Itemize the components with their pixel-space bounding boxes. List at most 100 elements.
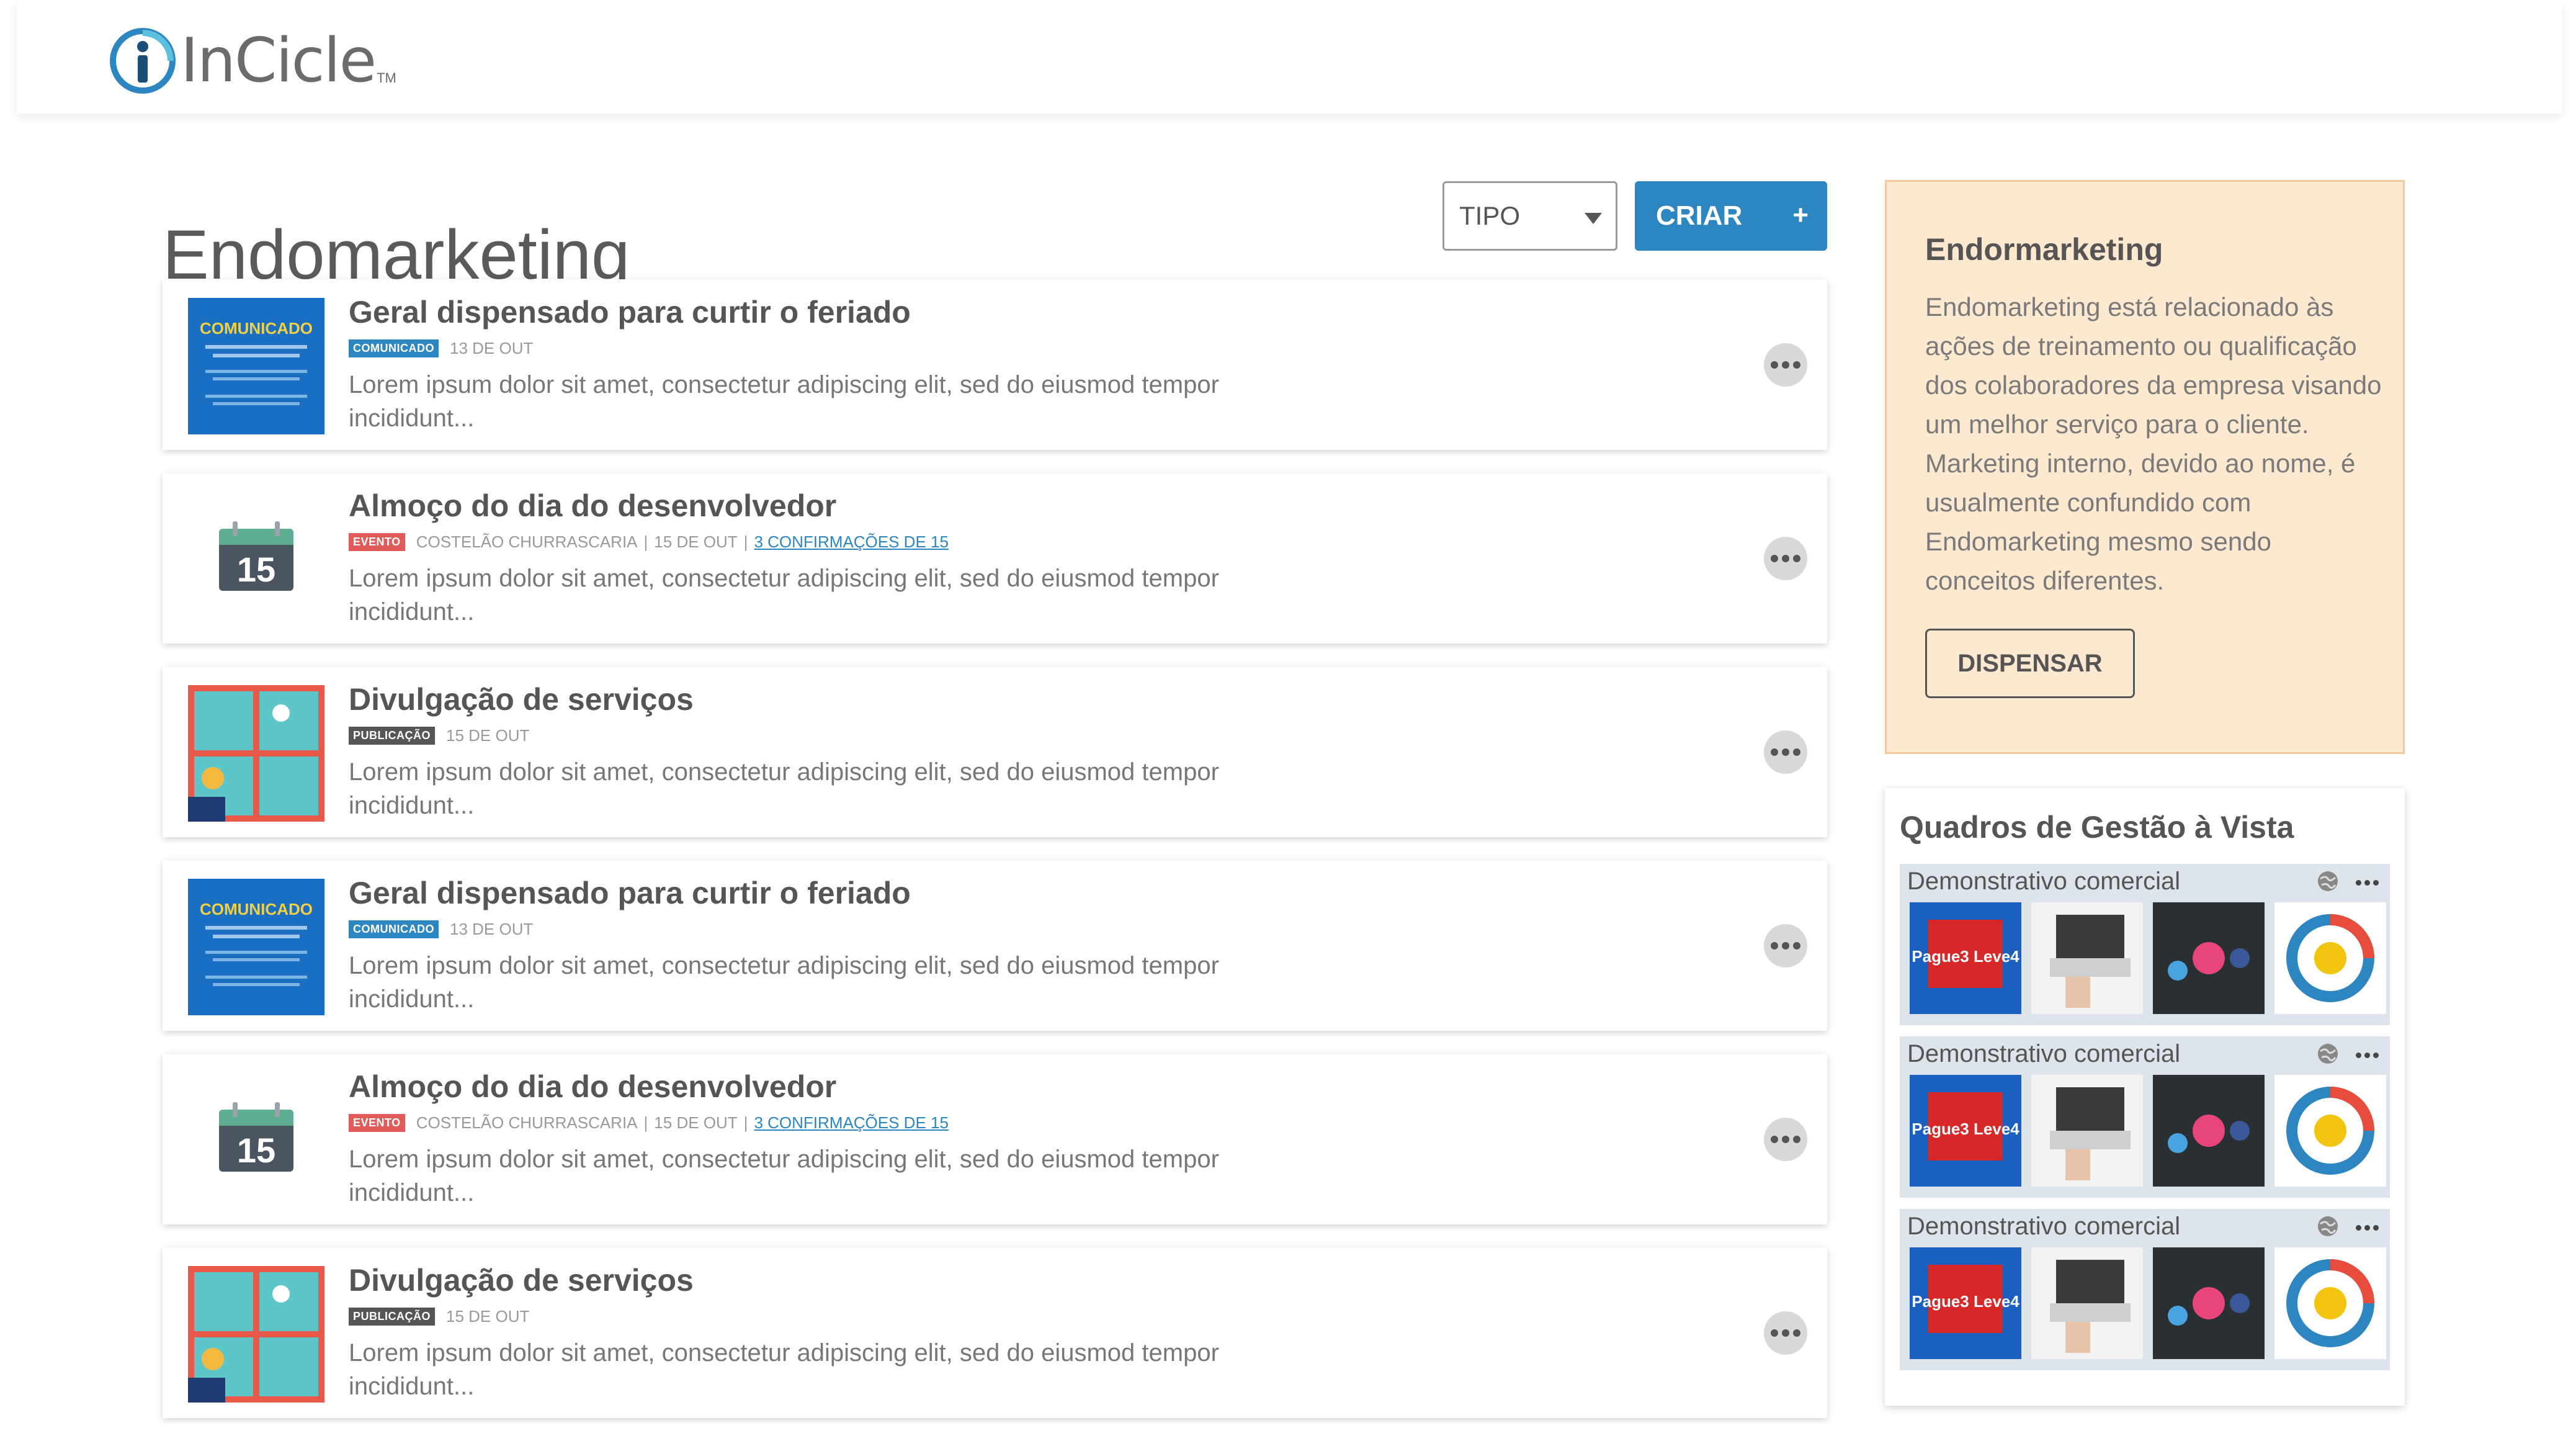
publicacao-thumbnail [188, 685, 324, 822]
incicle-logo[interactable]: InCicle TM [109, 25, 396, 96]
dispensar-button[interactable]: DISPENSAR [1925, 629, 2135, 698]
meta-separator: | [643, 532, 648, 551]
cycle-diagram-tile [2274, 902, 2386, 1014]
info-text: Endomarketing está relacionado às ações … [1925, 292, 2382, 595]
board-more-button[interactable] [2356, 880, 2379, 886]
tipo-select[interactable]: TIPO [1442, 181, 1617, 251]
lightbulb-social-tile [2153, 1247, 2265, 1359]
more-options-button[interactable] [1764, 343, 1807, 387]
card-date: 15 DE OUT [654, 1113, 738, 1132]
board-tiles: Pague3 Leve4 [1910, 902, 2386, 1014]
feed-card[interactable]: 15 Almoço do dia do desenvolvedor EVENTO… [163, 473, 1827, 644]
board-tiles: Pague3 Leve4 [1910, 1075, 2386, 1187]
promo-tile: Pague3 Leve4 [1910, 1247, 2021, 1359]
calendar-day: 15 [237, 550, 275, 589]
card-meta: PUBLICAÇÃO 15 DE OUT [349, 1307, 529, 1326]
feed-card[interactable]: COMUNICADO Geral dispensado para curtir … [163, 279, 1827, 450]
plus-icon: + [1792, 200, 1809, 230]
comunicado-thumbnail: COMUNICADO [188, 879, 324, 1015]
card-title[interactable]: Divulgação de serviços [349, 1262, 694, 1298]
globe-icon[interactable] [2317, 1043, 2339, 1065]
globe-icon[interactable] [2317, 1215, 2339, 1237]
badge-publicacao: PUBLICAÇÃO [349, 1308, 435, 1326]
boards-title: Quadros de Gestão à Vista [1900, 810, 2294, 845]
card-meta: COMUNICADO 13 DE OUT [349, 339, 533, 358]
meta-separator: | [643, 1113, 648, 1132]
badge-comunicado: COMUNICADO [349, 339, 439, 357]
more-options-button[interactable] [1764, 1311, 1807, 1355]
boards-panel: Quadros de Gestão à Vista Demonstrativo … [1885, 788, 2405, 1406]
event-location: COSTELÃO CHURRASCARIA [416, 532, 638, 551]
feed-card[interactable]: Divulgação de serviços PUBLICAÇÃO 15 DE … [163, 1247, 1827, 1418]
card-description: Lorem ipsum dolor sit amet, consectetur … [349, 565, 1219, 626]
globe-icon[interactable] [2317, 870, 2339, 892]
card-description: Lorem ipsum dolor sit amet, consectetur … [349, 952, 1219, 1013]
comunicado-thumb-heading: COMUNICADO [200, 319, 313, 338]
board-more-button[interactable] [2356, 1053, 2379, 1058]
card-meta: COMUNICADO 13 DE OUT [349, 920, 533, 939]
laptop-tile [2031, 902, 2143, 1014]
board-item[interactable]: Demonstrativo comercial Pague3 Leve4 [1900, 864, 2390, 1025]
publicacao-thumbnail [188, 1266, 324, 1403]
top-header: InCicle TM [17, 0, 2562, 114]
criar-button[interactable]: CRIAR + [1635, 181, 1827, 251]
calendar-icon: 15 [219, 521, 293, 591]
card-date: 15 DE OUT [654, 532, 738, 551]
promo-tile: Pague3 Leve4 [1910, 902, 2021, 1014]
card-description: Lorem ipsum dolor sit amet, consectetur … [349, 758, 1219, 819]
feed-card[interactable]: COMUNICADO Geral dispensado para curtir … [163, 860, 1827, 1031]
lightbulb-social-tile [2153, 902, 2265, 1014]
board-tiles: Pague3 Leve4 [1910, 1247, 2386, 1359]
cycle-diagram-tile [2274, 1247, 2386, 1359]
cycle-diagram-tile [2274, 1075, 2386, 1187]
card-date: 13 DE OUT [450, 920, 534, 938]
board-name: Demonstrativo comercial [1907, 1213, 2181, 1240]
event-location: COSTELÃO CHURRASCARIA [416, 1113, 638, 1132]
card-description: Lorem ipsum dolor sit amet, consectetur … [349, 371, 1219, 432]
more-options-button[interactable] [1764, 730, 1807, 774]
card-description: Lorem ipsum dolor sit amet, consectetur … [349, 1146, 1219, 1206]
card-title[interactable]: Divulgação de serviços [349, 681, 694, 717]
card-meta: PUBLICAÇÃO 15 DE OUT [349, 726, 529, 745]
meta-separator: | [743, 532, 748, 551]
card-title[interactable]: Geral dispensado para curtir o feriado [349, 875, 911, 911]
laptop-tile [2031, 1075, 2143, 1187]
board-name: Demonstrativo comercial [1907, 1040, 2181, 1067]
board-item[interactable]: Demonstrativo comercial Pague3 Leve4 [1900, 1209, 2390, 1370]
tipo-select-label: TIPO [1459, 201, 1521, 230]
badge-evento: EVENTO [349, 1114, 405, 1132]
promo-tile-text: Pague3 Leve4 [1912, 1292, 2019, 1311]
promo-tile-text: Pague3 Leve4 [1912, 947, 2019, 966]
confirmations-link[interactable]: 3 CONFIRMAÇÕES DE 15 [754, 532, 949, 552]
calendar-day: 15 [237, 1131, 275, 1170]
badge-evento: EVENTO [349, 533, 405, 551]
confirmations-link[interactable]: 3 CONFIRMAÇÕES DE 15 [754, 1113, 949, 1133]
logo-tm: TM [377, 70, 396, 86]
card-meta: EVENTO COSTELÃO CHURRASCARIA | 15 DE OUT… [349, 532, 949, 552]
card-date: 15 DE OUT [446, 726, 530, 745]
more-options-button[interactable] [1764, 924, 1807, 967]
info-title: Endormarketing [1925, 232, 2163, 267]
feed-list: COMUNICADO Geral dispensado para curtir … [163, 279, 1827, 1441]
promo-tile-text: Pague3 Leve4 [1912, 1120, 2019, 1138]
card-title[interactable]: Almoço do dia do desenvolvedor [349, 1069, 836, 1105]
badge-comunicado: COMUNICADO [349, 920, 439, 938]
badge-publicacao: PUBLICAÇÃO [349, 727, 435, 745]
board-item[interactable]: Demonstrativo comercial Pague3 Leve4 [1900, 1036, 2390, 1198]
lightbulb-social-tile [2153, 1075, 2265, 1187]
card-date: 13 DE OUT [450, 339, 534, 357]
feed-card[interactable]: Divulgação de serviços PUBLICAÇÃO 15 DE … [163, 667, 1827, 837]
card-description: Lorem ipsum dolor sit amet, consectetur … [349, 1339, 1219, 1400]
info-panel: Endormarketing Endomarketing está relaci… [1885, 180, 2405, 754]
comunicado-thumb-heading: COMUNICADO [200, 900, 313, 918]
card-title[interactable]: Almoço do dia do desenvolvedor [349, 488, 836, 524]
card-date: 15 DE OUT [446, 1307, 530, 1326]
more-options-button[interactable] [1764, 537, 1807, 580]
laptop-tile [2031, 1247, 2143, 1359]
card-meta: EVENTO COSTELÃO CHURRASCARIA | 15 DE OUT… [349, 1113, 949, 1133]
promo-tile: Pague3 Leve4 [1910, 1075, 2021, 1187]
board-more-button[interactable] [2356, 1225, 2379, 1231]
more-options-button[interactable] [1764, 1118, 1807, 1161]
feed-card[interactable]: 15 Almoço do dia do desenvolvedor EVENTO… [163, 1054, 1827, 1224]
card-title[interactable]: Geral dispensado para curtir o feriado [349, 294, 911, 330]
